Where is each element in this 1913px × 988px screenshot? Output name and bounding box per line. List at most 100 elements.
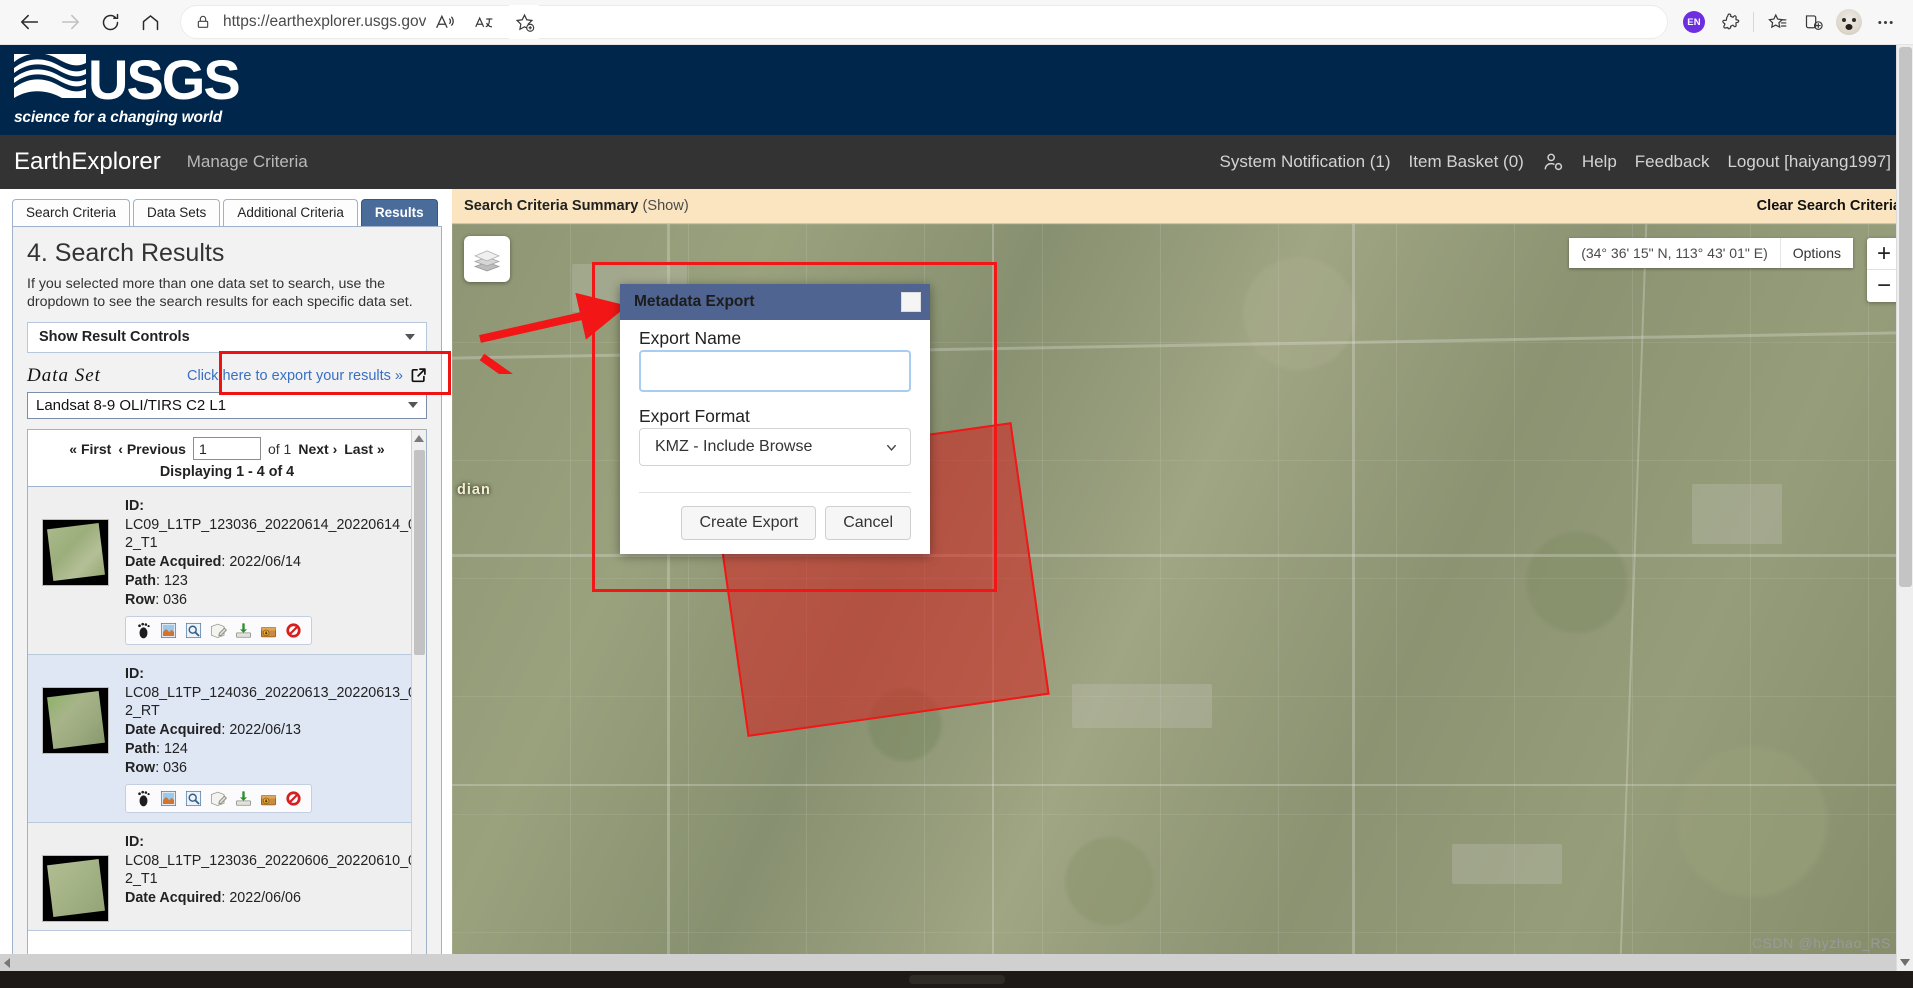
profile-avatar[interactable] [1831,5,1867,39]
satellite-map[interactable]: dian (34° 36' 15" N, 113° 43' 01" E) Opt… [452,224,1913,971]
map-urban-block [1452,844,1562,884]
show-footprint-icon[interactable] [134,621,153,640]
show-browse-overlay-icon[interactable] [159,621,178,640]
usgs-wave-icon [14,53,86,106]
result-row-label: Row [125,759,156,776]
show-metadata-icon[interactable] [184,789,203,808]
split-screen-icon[interactable] [1795,5,1831,39]
scroll-down-icon[interactable] [1900,959,1910,966]
page-title: 4. Search Results [27,239,225,267]
create-export-button[interactable]: Create Export [681,506,817,540]
bulk-download-icon[interactable] [259,789,278,808]
displaying-count: Displaying 1 - 4 of 4 [28,464,426,487]
reload-icon[interactable] [90,5,130,39]
collections-icon[interactable] [1759,5,1795,39]
dataset-select-value: Landsat 8-9 OLI/TIRS C2 L1 [36,396,227,414]
nav-help[interactable]: Help [1582,152,1617,172]
extensions-icon[interactable] [1712,5,1748,39]
more-settings-icon[interactable] [1867,5,1903,39]
map-urban-block [1072,684,1212,728]
page-scrollbar-horizontal[interactable] [0,954,1913,971]
scene-thumbnail[interactable] [42,518,109,586]
nav-feedback[interactable]: Feedback [1635,152,1710,172]
pager-page-input[interactable] [192,437,261,461]
map-options-button[interactable]: Options [1779,238,1853,268]
list-item[interactable]: ID: LC08_L1TP_123036_20220606_20220610_0… [28,822,426,931]
add-favorite-icon[interactable] [506,5,543,39]
dialog-titlebar: Metadata Export [620,284,930,320]
map-layers-button[interactable] [464,236,510,282]
bulk-download-icon[interactable] [259,621,278,640]
exclude-scene-icon[interactable] [284,789,303,808]
back-arrow-icon[interactable] [10,5,50,39]
usgs-logo[interactable]: USGS science for a changing world [14,51,241,127]
pager-next[interactable]: Next › [298,441,337,457]
result-date-label: Date Acquired [125,722,222,739]
page-scrollbar-vertical[interactable] [1896,45,1913,971]
export-name-input[interactable] [639,350,911,392]
pager-previous[interactable]: ‹ Previous [118,441,186,457]
tab-additional-criteria[interactable]: Additional Criteria [223,199,358,227]
result-date-label: Date Acquired [125,554,222,571]
export-format-value: KMZ - Include Browse [655,438,813,455]
pagination-controls: « First ‹ Previous of 1 Next › Last » [28,430,426,464]
nav-logout[interactable]: Logout [haiyang1997] [1727,152,1891,172]
clear-search-criteria-button[interactable]: Clear Search Criteria [1757,198,1901,214]
result-date-value: 2022/06/06 [229,890,301,907]
watermark: CSDN @hyzhao_RS [1751,935,1891,951]
show-result-controls-dropdown[interactable]: Show Result Controls [27,321,427,353]
export-format-select[interactable]: KMZ - Include Browse [639,428,911,466]
scrollbar-thumb[interactable] [1899,47,1912,587]
language-badge[interactable]: EN [1676,5,1712,39]
translate-icon[interactable] [466,5,502,39]
pager-first[interactable]: « First [69,441,111,457]
results-panel-body: 4. Search Results If you selected more t… [12,226,451,971]
main-split: Search Criteria Data Sets Additional Cri… [0,189,1913,971]
list-item[interactable]: ID: LC08_L1TP_124036_20220613_20220613_0… [28,654,426,823]
close-icon[interactable] [901,292,921,312]
dialog-title: Metadata Export [634,293,755,310]
cancel-button[interactable]: Cancel [825,506,911,540]
show-footprint-icon[interactable] [134,789,153,808]
result-action-icon-bar [125,784,312,814]
forward-arrow-icon[interactable] [50,5,90,39]
nav-item-basket[interactable]: Item Basket (0) [1409,152,1524,172]
home-icon[interactable] [130,5,170,39]
scene-thumbnail[interactable] [42,854,109,922]
show-metadata-icon[interactable] [184,621,203,640]
result-date-value: 2022/06/13 [229,722,301,739]
address-bar[interactable]: https://earthexplorer.usgs.gov [180,5,1668,39]
user-account-icon[interactable] [1542,151,1564,173]
tab-search-criteria[interactable]: Search Criteria [12,199,131,227]
browser-toolbar: https://earthexplorer.usgs.gov EN [0,0,1913,45]
earthexplorer-brand[interactable]: EarthExplorer [14,148,161,176]
result-row-label: Row [125,591,156,608]
pager-last[interactable]: Last » [344,441,384,457]
metadata-export-dialog: Metadata Export Export Name Export Forma… [620,284,930,554]
search-criteria-summary-show-link[interactable]: (Show) [642,198,688,214]
list-item[interactable]: ID: LC09_L1TP_123036_20220614_20220614_0… [28,486,426,655]
nav-system-notification[interactable]: System Notification (1) [1220,152,1391,172]
compare-scene-icon[interactable] [209,789,228,808]
tab-results[interactable]: Results [360,199,438,227]
scene-thumbnail[interactable] [42,686,109,754]
map-place-label: dian [457,482,491,498]
scrollbar-thumb[interactable] [414,449,425,655]
result-row-value: 036 [163,759,187,776]
download-options-icon[interactable] [234,789,253,808]
read-aloud-icon[interactable] [426,5,462,39]
tab-data-sets[interactable]: Data Sets [133,199,221,227]
nav-manage-criteria[interactable]: Manage Criteria [187,152,308,172]
exclude-scene-icon[interactable] [284,621,303,640]
results-scrollbar[interactable] [411,429,426,971]
result-date-label: Date Acquired [125,890,222,907]
usgs-tagline: science for a changing world [14,108,223,126]
compare-scene-icon[interactable] [209,621,228,640]
scroll-left-icon[interactable] [4,957,10,968]
dataset-select[interactable]: Landsat 8-9 OLI/TIRS C2 L1 [27,391,427,419]
show-browse-overlay-icon[interactable] [159,789,178,808]
export-results-link[interactable]: Click here to export your results » [187,367,427,384]
dialog-body: Export Name Export Format KMZ - Include … [620,320,930,476]
download-options-icon[interactable] [234,621,253,640]
scroll-up-icon[interactable] [414,434,424,442]
